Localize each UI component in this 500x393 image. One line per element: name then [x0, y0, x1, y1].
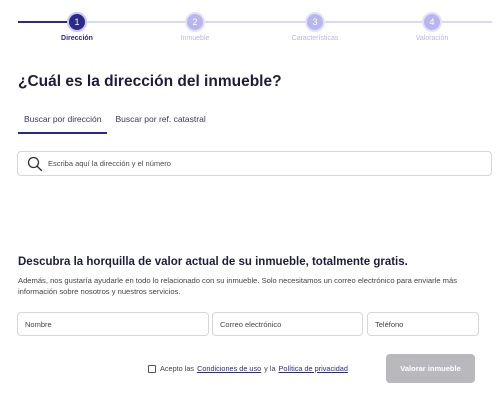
step-label: Dirección	[61, 35, 93, 42]
step-inmueble: 2 Inmueble	[155, 10, 235, 42]
consent-row: Acepto las Condiciones de uso y la Polít…	[148, 364, 348, 373]
step-label: Valoración	[415, 35, 449, 42]
address-search-input[interactable]	[48, 159, 468, 168]
consent-checkbox[interactable]	[148, 364, 156, 373]
consent-and: y la	[264, 364, 276, 373]
search-icon	[27, 156, 43, 171]
privacy-link[interactable]: Política de privacidad	[279, 364, 348, 373]
step-number: 3	[305, 12, 325, 32]
page-title: ¿Cuál es la dirección del inmueble?	[18, 73, 282, 90]
step-label: Inmueble	[180, 35, 210, 42]
step-number: 1	[67, 12, 87, 32]
promo-description: Además, nos gustaría ayudarle en todo lo…	[18, 276, 458, 296]
step-number: 4	[422, 12, 442, 32]
valorar-inmueble-button[interactable]: Valorar inmueble	[386, 354, 475, 383]
consent-prefix: Acepto las	[160, 364, 195, 373]
phone-field[interactable]	[367, 312, 479, 336]
step-number: 2	[185, 12, 205, 32]
tab-buscar-por-ref-catastral[interactable]: Buscar por ref. catastral	[109, 108, 211, 134]
terms-link[interactable]: Condiciones de uso	[197, 364, 261, 373]
name-field[interactable]	[17, 312, 209, 336]
step-valoracion: 4 Valoración	[392, 10, 472, 42]
address-search-box	[17, 151, 492, 176]
tab-buscar-por-direccion[interactable]: Buscar por dirección	[18, 108, 108, 134]
step-caracteristicas: 3 Características	[275, 10, 355, 42]
promo-title: Descubra la horquilla de valor actual de…	[18, 256, 408, 268]
search-mode-tabs: Buscar por dirección Buscar por ref. cat…	[18, 108, 212, 134]
email-field[interactable]	[212, 312, 363, 336]
step-direccion: 1 Dirección	[37, 10, 117, 42]
step-label: Características	[291, 35, 339, 42]
progress-stepper: 1 Dirección 2 Inmueble 3 Características…	[18, 10, 492, 46]
